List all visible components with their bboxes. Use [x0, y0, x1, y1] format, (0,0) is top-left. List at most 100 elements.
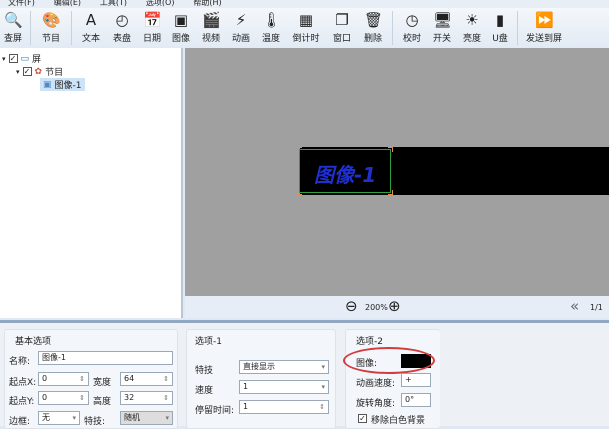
toolbar-label: 倒计时	[292, 34, 320, 44]
anim-speed-select[interactable]: +	[401, 373, 431, 387]
text-icon: A	[85, 11, 97, 29]
remove-white-checkbox[interactable]: ✓	[358, 414, 367, 423]
toolbar-button-trash[interactable]: 🗑 删除	[358, 8, 388, 48]
toolbar-label: 文本	[81, 34, 100, 44]
spinner-icon[interactable]: ⇕	[79, 392, 85, 404]
menu-bar: 文件(F) 编辑(E) 工具(T) 选项(O) 帮助(H)	[0, 0, 609, 8]
toolbar-label: 校时	[402, 34, 421, 44]
program-icon: 🎨	[42, 11, 61, 29]
toolbar-button-window[interactable]: ❐ 窗口	[326, 8, 358, 48]
image-icon: ▣	[173, 11, 189, 29]
toolbar-label: 亮度	[462, 34, 481, 44]
effect-select[interactable]: 直接显示 ▾	[239, 360, 329, 374]
collapse-icon[interactable]: ▾	[2, 55, 6, 63]
resize-handle[interactable]	[388, 147, 393, 152]
options-2-group: 选项-2 图像: 动画速度: + 旋转角度: 0° ✓ 移除白色背景	[343, 329, 440, 429]
zoom-out-icon[interactable]: ⊖	[345, 298, 358, 314]
toolbar-button-search[interactable]: 🔍 查屏	[0, 8, 26, 48]
toolbar-button-monitor[interactable]: 🖥 开关	[427, 8, 457, 48]
resize-handle[interactable]	[297, 190, 302, 195]
program-icon: ✿	[34, 66, 43, 77]
chevron-down-icon: ▾	[165, 414, 169, 422]
toolbar-label: 图像	[171, 34, 190, 44]
stay-time-input[interactable]: 1 ⇕	[239, 400, 329, 414]
toolbar-button-thermometer[interactable]: 🌡 温度	[256, 8, 286, 48]
calendar-icon: 📅	[143, 11, 162, 29]
spinner-icon[interactable]: ⇕	[319, 401, 325, 413]
preview-canvas[interactable]: 图像-1	[185, 48, 609, 296]
y-input[interactable]: 0 ⇕	[38, 391, 89, 405]
monitor-icon: ▭	[20, 53, 30, 64]
brightness-icon: ☀	[465, 11, 479, 29]
toolbar-button-send[interactable]: ⏩ 发送到屏	[522, 8, 566, 48]
trash-icon: 🗑	[364, 11, 384, 29]
menu-help[interactable]: 帮助(H)	[193, 0, 221, 7]
spinner-icon[interactable]: ⇕	[163, 392, 169, 404]
tree-node-screen[interactable]: ▾ ✓ ▭ 屏	[2, 52, 41, 66]
toolbar-label: 开关	[432, 34, 451, 44]
prev-page-icon[interactable]: «	[570, 297, 579, 315]
menu-file[interactable]: 文件(F)	[8, 0, 35, 7]
rotate-input[interactable]: 0°	[401, 393, 431, 407]
toolbar-label: 查屏	[3, 34, 22, 44]
toolbar-divider	[517, 11, 518, 45]
video-icon: 🎬	[202, 11, 221, 29]
toolbar-divider	[392, 11, 393, 45]
animation-icon: ⚡	[235, 11, 247, 29]
window-icon: ❐	[335, 11, 349, 29]
annotation-ellipse	[343, 347, 435, 374]
speed-select[interactable]: 1 ▾	[239, 380, 329, 394]
toolbar-button-time-sync[interactable]: ◷ 校时	[397, 8, 427, 48]
effect-select[interactable]: 随机 ▾	[120, 411, 173, 425]
toolbar-label: 动画	[231, 34, 250, 44]
toolbar-button-brightness[interactable]: ☀ 亮度	[457, 8, 487, 48]
zoom-level: 200%	[365, 303, 388, 312]
basic-options-group: 基本选项 名称: 图像-1 起点X: 0 ⇕ 宽度 64 ⇕ 起点Y: 0 ⇕ 高度 …	[4, 329, 178, 429]
toolbar-label: 日期	[142, 34, 161, 44]
toolbar-button-countdown[interactable]: ▦ 倒计时	[286, 8, 326, 48]
toolbar-button-animation[interactable]: ⚡ 动画	[226, 8, 256, 48]
resize-handle[interactable]	[297, 147, 302, 152]
toolbar-divider	[30, 11, 31, 45]
toolbar-label: 表盘	[112, 34, 131, 44]
tree-node-program[interactable]: ▾ ✓ ✿ 节目	[16, 65, 63, 79]
tree-node-image[interactable]: ▣ 图像-1	[40, 78, 85, 91]
image-icon: ▣	[43, 79, 52, 90]
toolbar-button-clock-dial[interactable]: ◴ 表盘	[106, 8, 138, 48]
collapse-icon[interactable]: ▾	[16, 68, 20, 76]
toolbar-label: 删除	[363, 34, 382, 44]
toolbar: 🔍 查屏 🎨 节目 A 文本 ◴ 表盘 📅 日期 ▣ 图像 🎬 视频 ⚡ 动画 🌡 温度 ▦ 倒计时 ❐ 窗口 🗑 删除 ◷ 校时…	[0, 8, 609, 48]
checkbox[interactable]: ✓	[8, 54, 18, 63]
usb-icon: ▮	[495, 11, 505, 29]
name-input[interactable]: 图像-1	[38, 351, 173, 365]
toolbar-button-program[interactable]: 🎨 节目	[35, 8, 67, 48]
menu-options[interactable]: 选项(O)	[146, 0, 175, 7]
page-indicator: 1/1	[590, 303, 603, 312]
spinner-icon[interactable]: ⇕	[163, 373, 169, 385]
height-input[interactable]: 32 ⇕	[120, 391, 173, 405]
toolbar-button-usb[interactable]: ▮ U盘	[487, 8, 513, 48]
menu-tools[interactable]: 工具(T)	[100, 0, 127, 7]
toolbar-button-image[interactable]: ▣ 图像	[166, 8, 196, 48]
monitor-icon: 🖥	[433, 11, 453, 29]
checkbox[interactable]: ✓	[22, 67, 32, 76]
countdown-icon: ▦	[298, 11, 314, 29]
border-select[interactable]: 无 ▾	[38, 411, 80, 425]
toolbar-button-text[interactable]: A 文本	[76, 8, 106, 48]
toolbar-label: 发送到屏	[525, 34, 562, 44]
menu-edit[interactable]: 编辑(E)	[54, 0, 81, 7]
spinner-icon[interactable]: ⇕	[79, 373, 85, 385]
zoom-in-icon[interactable]: ⊕	[388, 298, 401, 314]
resize-handle[interactable]	[388, 190, 393, 195]
toolbar-divider	[71, 11, 72, 45]
toolbar-button-calendar[interactable]: 📅 日期	[138, 8, 166, 48]
x-input[interactable]: 0 ⇕	[38, 372, 89, 386]
chevron-down-icon: ▾	[72, 414, 76, 422]
toolbar-label: 温度	[261, 34, 280, 44]
options-1-group: 选项-1 特技 直接显示 ▾ 速度 1 ▾ 停留时间: 1 ⇕	[186, 329, 336, 429]
width-input[interactable]: 64 ⇕	[120, 372, 173, 386]
toolbar-button-video[interactable]: 🎬 视频	[196, 8, 226, 48]
toolbar-label: 窗口	[332, 34, 351, 44]
image-item[interactable]: 图像-1	[297, 147, 393, 195]
properties-panel: 基本选项 名称: 图像-1 起点X: 0 ⇕ 宽度 64 ⇕ 起点Y: 0 ⇕ 高度 …	[0, 320, 609, 429]
